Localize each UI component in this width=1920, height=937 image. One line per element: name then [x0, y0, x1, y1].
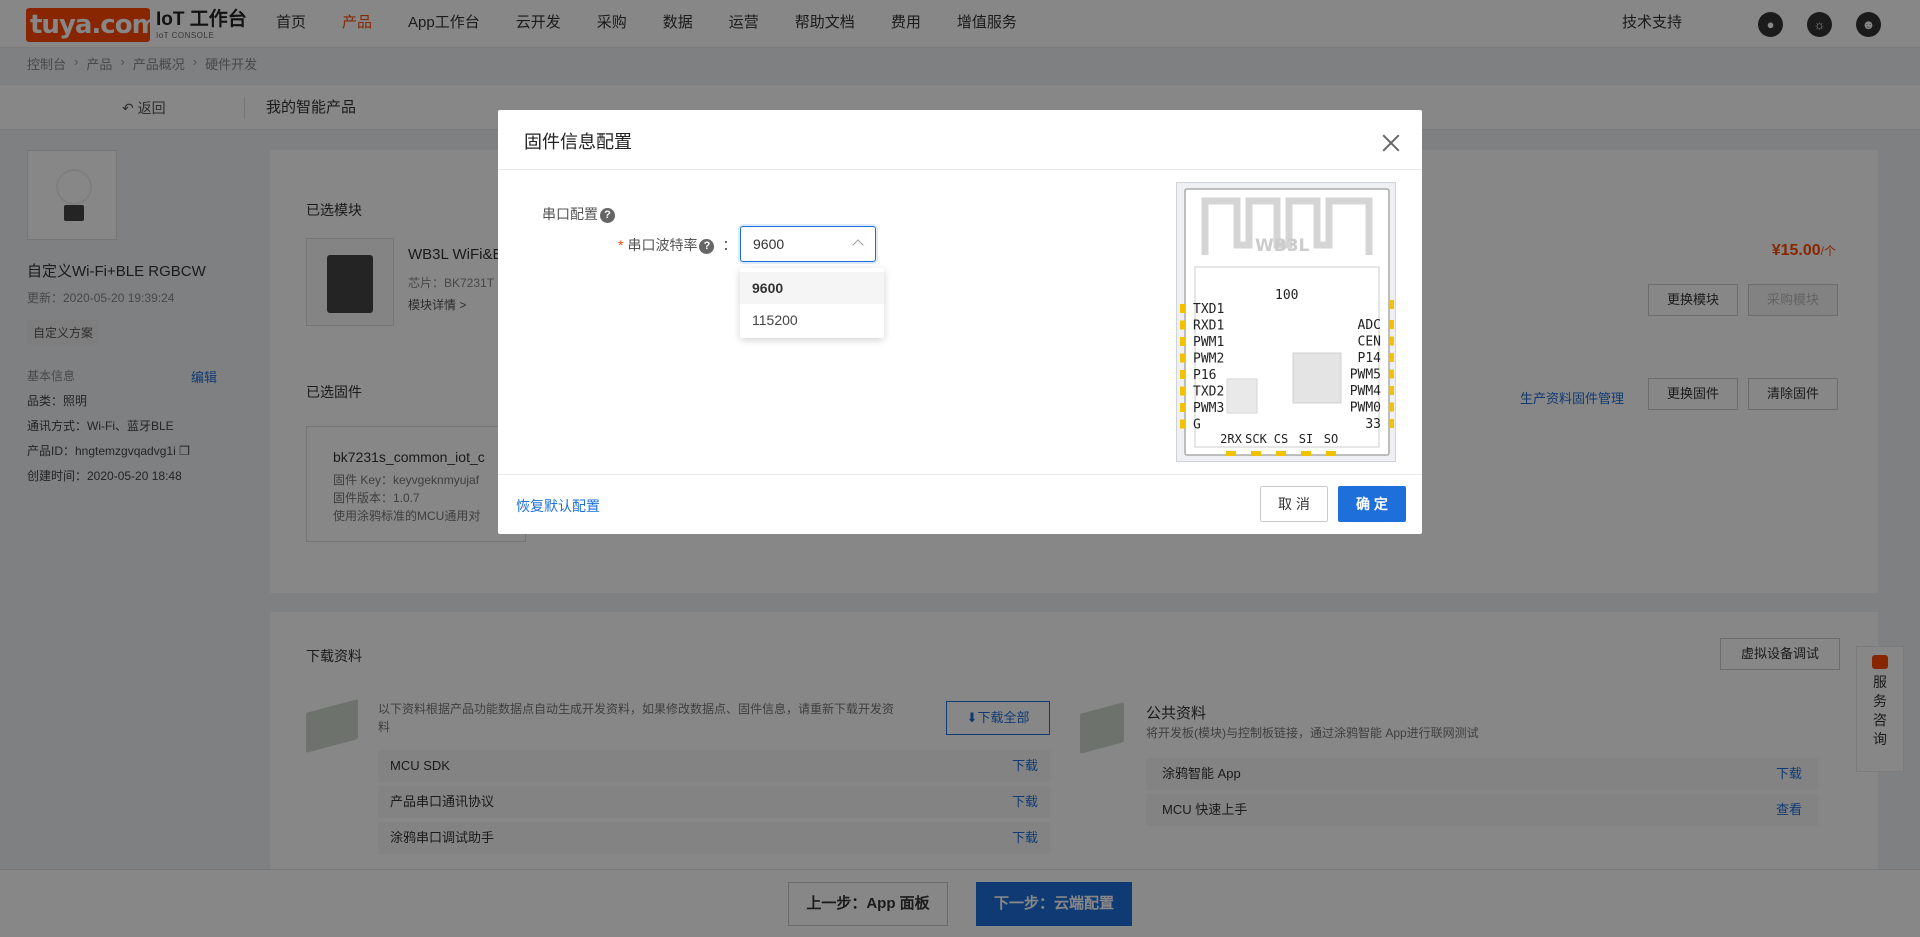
- pin-label: PWM1: [1193, 335, 1224, 350]
- pin-pad: [1389, 300, 1394, 309]
- serial-config-label: 串口配置?: [542, 204, 615, 224]
- dialog-title: 固件信息配置: [524, 132, 632, 152]
- required-mark: *: [618, 237, 624, 253]
- pin-label: SCK: [1245, 432, 1267, 446]
- divider: [498, 474, 1422, 475]
- pin-label: SO: [1324, 432, 1338, 446]
- pin-label: PWM4: [1350, 384, 1381, 399]
- module-pin-diagram: WB3L 100 TXD1 RXD1 PWM1 PWM2 P16 TXD2 PWM3 G AD…: [1176, 182, 1396, 462]
- pin-pad: [1389, 320, 1394, 329]
- pin-label: 2RX: [1220, 432, 1242, 446]
- pin-label: PWM3: [1193, 401, 1224, 416]
- pin-pad: [1180, 370, 1185, 379]
- divider: [498, 169, 1422, 170]
- close-icon[interactable]: [1382, 134, 1400, 152]
- cancel-button[interactable]: 取 消: [1260, 486, 1328, 522]
- pin-label: CEN: [1358, 335, 1381, 350]
- pin-label: ADC: [1358, 318, 1381, 333]
- pin-pad: [1180, 304, 1185, 313]
- confirm-button[interactable]: 确 定: [1338, 486, 1406, 522]
- main-chip: [1292, 352, 1342, 404]
- pin-label: PWM0: [1350, 401, 1381, 416]
- pin-pad: [1301, 451, 1311, 456]
- baud-rate-dropdown: 9600 115200: [740, 268, 884, 338]
- pin-pad: [1180, 386, 1185, 396]
- flash-chip: [1226, 378, 1258, 414]
- pin-pad: [1389, 402, 1394, 412]
- chevron-up-icon: [852, 239, 864, 251]
- pin-label: 33: [1365, 417, 1381, 432]
- firmware-config-dialog: 固件信息配置 串口配置? * 串口波特率? ： 9600 9600 115200 W…: [498, 110, 1422, 534]
- baud-rate-text: 串口波特率: [627, 237, 698, 253]
- pin-label: P14: [1358, 351, 1382, 366]
- pin-pad: [1226, 451, 1236, 456]
- module-name-label: WB3L: [1255, 236, 1310, 256]
- restore-default-link[interactable]: 恢复默认配置: [516, 496, 600, 516]
- help-icon[interactable]: ?: [600, 208, 615, 223]
- pin-pad: [1180, 320, 1185, 330]
- pin-pad: [1326, 451, 1336, 456]
- pin-label: CS: [1274, 432, 1288, 446]
- pin-label: TXD2: [1193, 385, 1224, 400]
- pin-pad: [1389, 369, 1394, 379]
- baud-rate-select[interactable]: 9600: [740, 226, 876, 262]
- pin-pad: [1180, 403, 1185, 412]
- baud-option-9600[interactable]: 9600: [740, 272, 884, 304]
- pin-label: PWM2: [1193, 352, 1224, 367]
- pin-pad: [1389, 386, 1394, 395]
- pin-pad: [1389, 353, 1394, 362]
- pin-label: TXD1: [1193, 302, 1224, 317]
- pin-label: PWM5: [1350, 368, 1381, 383]
- pin-label: SI: [1299, 432, 1313, 446]
- pin-pad: [1180, 337, 1185, 346]
- help-icon[interactable]: ?: [699, 239, 715, 254]
- pin-pad: [1276, 451, 1286, 456]
- pin-pad: [1251, 451, 1261, 456]
- pin-label: RXD1: [1193, 319, 1224, 334]
- pin-label: P16: [1193, 368, 1216, 383]
- baud-rate-label: * 串口波特率? ：: [618, 235, 736, 255]
- top-pin-label: 100: [1275, 288, 1298, 303]
- baud-option-115200[interactable]: 115200: [740, 304, 884, 336]
- pin-pad: [1389, 419, 1394, 428]
- pin-diagram-svg: WB3L 100 TXD1 RXD1PWM1 PWM2P16 TXD2PWM3 G AD…: [1180, 188, 1394, 456]
- label-colon: ：: [722, 237, 737, 253]
- pin-pad: [1180, 419, 1185, 429]
- baud-rate-value: 9600: [753, 236, 785, 252]
- pin-pad: [1389, 336, 1394, 346]
- pin-pad: [1180, 353, 1185, 363]
- pin-label: G: [1193, 418, 1201, 433]
- serial-config-text: 串口配置: [542, 206, 598, 222]
